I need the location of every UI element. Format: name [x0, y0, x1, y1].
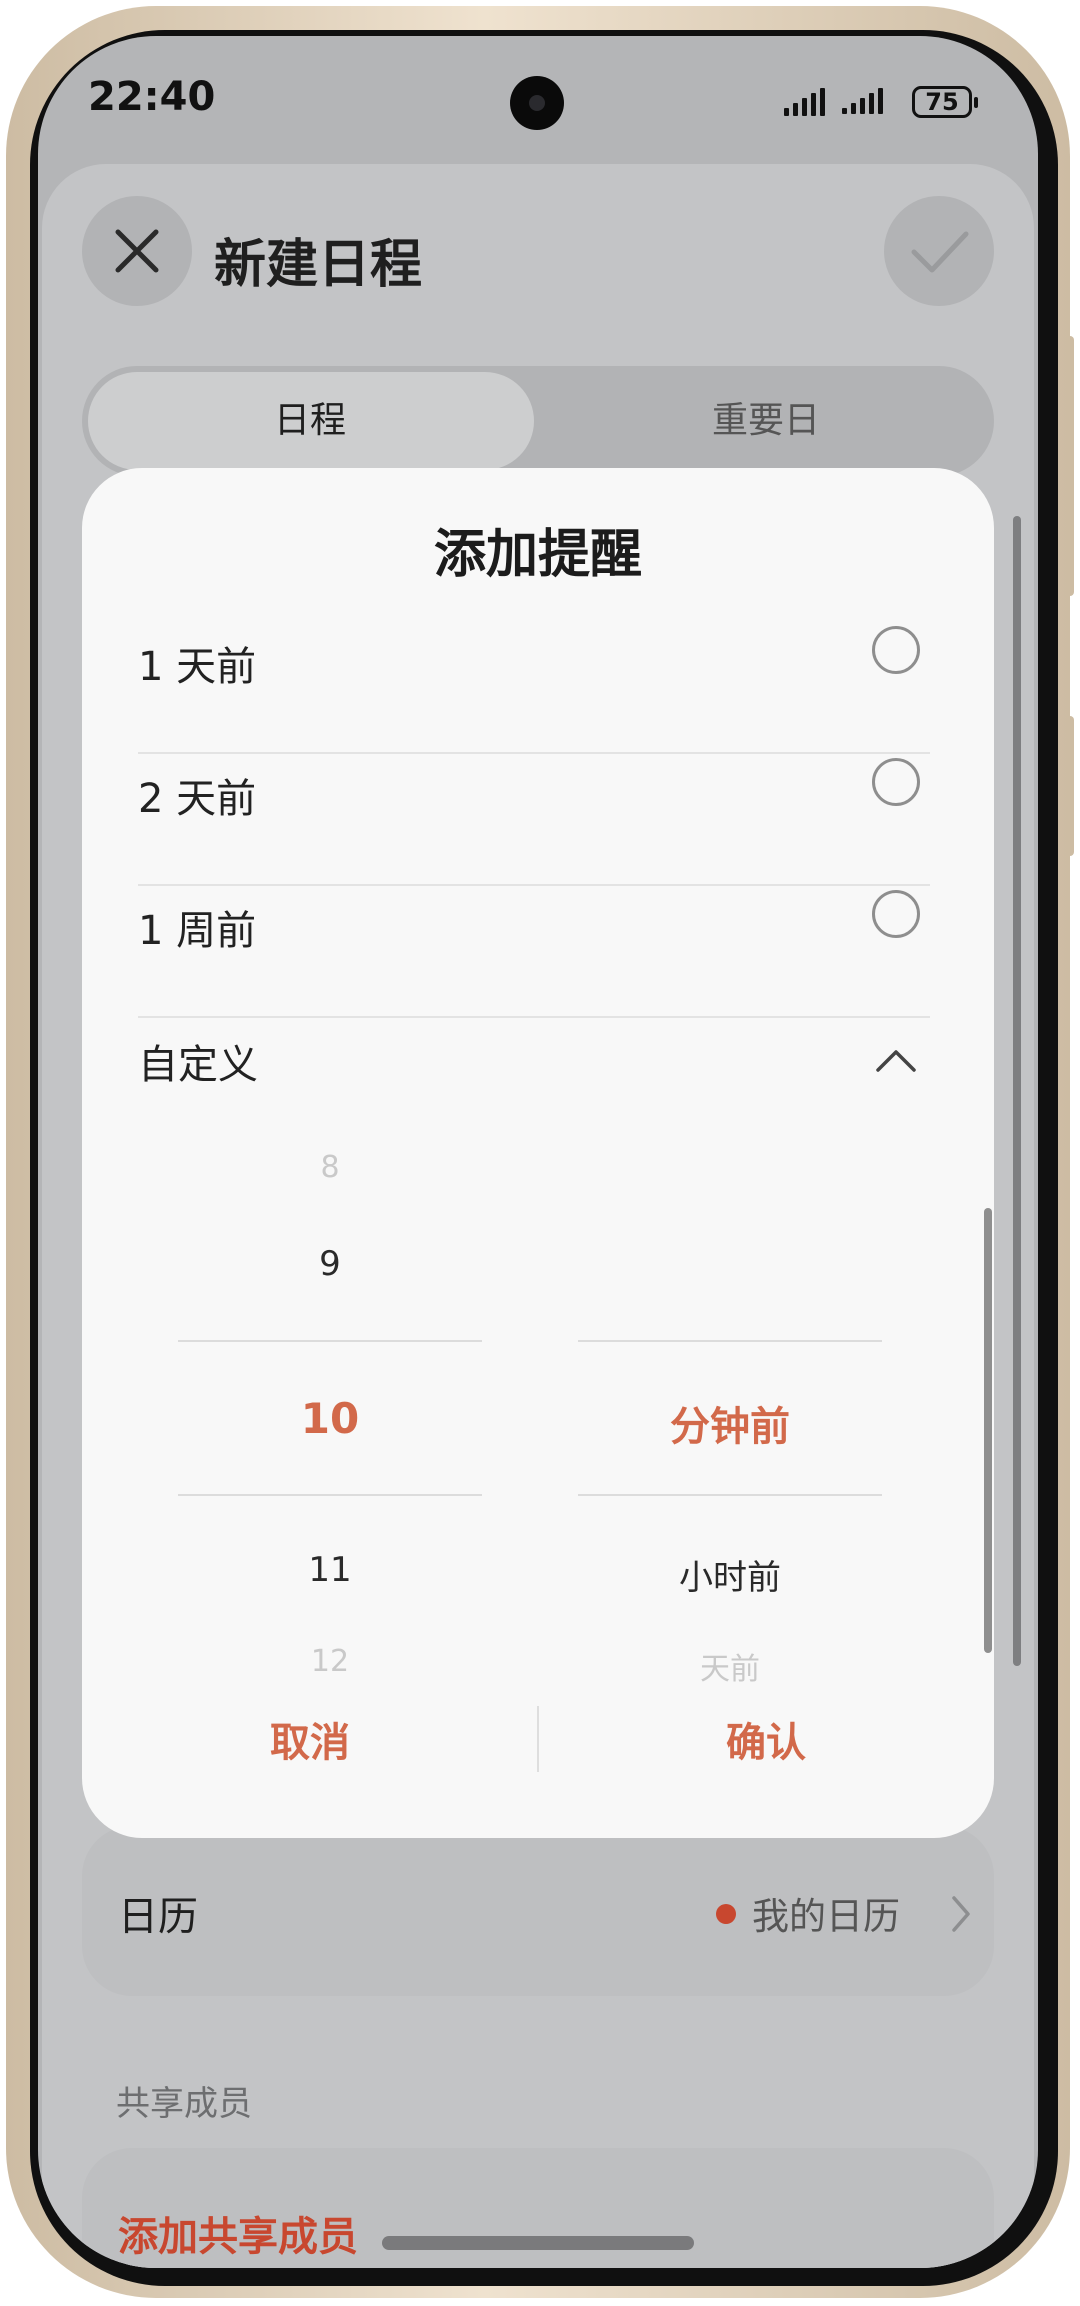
add-shared-member-row[interactable]: 添加共享成员	[82, 2148, 994, 2268]
option-label: 1 天前	[138, 644, 257, 690]
picker-selection-line	[578, 1340, 882, 1342]
divider	[138, 1016, 930, 1018]
chevron-right-icon	[952, 1896, 970, 1932]
calendar-value: 我的日历	[752, 1895, 900, 1938]
tab-important-day[interactable]: 重要日	[538, 366, 994, 476]
close-button[interactable]	[82, 196, 192, 306]
front-camera	[510, 76, 564, 130]
status-bar: 22:40 75	[38, 36, 1038, 166]
check-icon	[911, 231, 969, 273]
picker-selection-line	[178, 1494, 482, 1496]
add-reminder-dialog: 添加提醒 1 天前 2 天前 1 周前 自定义 8 9 10 11 12 分钟前…	[82, 468, 994, 1838]
picker-number-selected: 10	[300, 1394, 360, 1443]
divider	[138, 752, 930, 754]
radio-button[interactable]	[872, 758, 920, 806]
add-shared-member-label: 添加共享成员	[118, 2214, 358, 2260]
radio-button[interactable]	[872, 890, 920, 938]
type-tabs: 日程 重要日	[82, 366, 994, 476]
home-indicator[interactable]	[382, 2236, 694, 2250]
picker-number: 8	[320, 1150, 340, 1185]
dialog-title: 添加提醒	[433, 525, 642, 585]
shared-members-section-label: 共享成员	[116, 2084, 252, 2124]
picker-selection-line	[578, 1494, 882, 1496]
confirm-check-button[interactable]	[884, 196, 994, 306]
page-title: 新建日程	[214, 235, 423, 295]
calendar-row[interactable]: 日历 我的日历	[82, 1826, 994, 1996]
divider	[138, 884, 930, 886]
power-button	[1066, 716, 1074, 856]
signal-icon	[784, 88, 825, 116]
option-label: 1 周前	[138, 908, 257, 954]
page-scrollbar[interactable]	[1013, 516, 1021, 1666]
custom-label: 自定义	[138, 1042, 258, 1088]
calendar-label: 日历	[118, 1894, 198, 1940]
radio-button[interactable]	[872, 626, 920, 674]
picker-number: 11	[308, 1550, 352, 1590]
picker-unit: 天前	[700, 1652, 760, 1687]
battery-icon: 75	[912, 86, 978, 118]
picker-unit-selected: 分钟前	[670, 1404, 790, 1450]
picker-number: 12	[310, 1644, 350, 1679]
calendar-color-dot	[716, 1904, 736, 1924]
dialog-scrollbar[interactable]	[984, 1208, 992, 1653]
volume-button	[1066, 336, 1074, 596]
screen: 22:40 75 新建日程 日程 重要日 日历 我的日历 共享成员 添加共享成员…	[38, 36, 1038, 2268]
close-icon	[115, 229, 159, 273]
signal-icon-2	[842, 88, 883, 114]
picker-number: 9	[319, 1244, 341, 1284]
option-label: 2 天前	[138, 776, 257, 822]
picker-selection-line	[178, 1340, 482, 1342]
confirm-button[interactable]: 确认	[538, 1710, 994, 1768]
tab-schedule[interactable]: 日程	[82, 366, 538, 476]
picker-unit: 小时前	[679, 1558, 781, 1598]
chevron-up-icon[interactable]	[872, 1042, 920, 1078]
status-time: 22:40	[88, 74, 216, 120]
cancel-button[interactable]: 取消	[82, 1710, 538, 1768]
